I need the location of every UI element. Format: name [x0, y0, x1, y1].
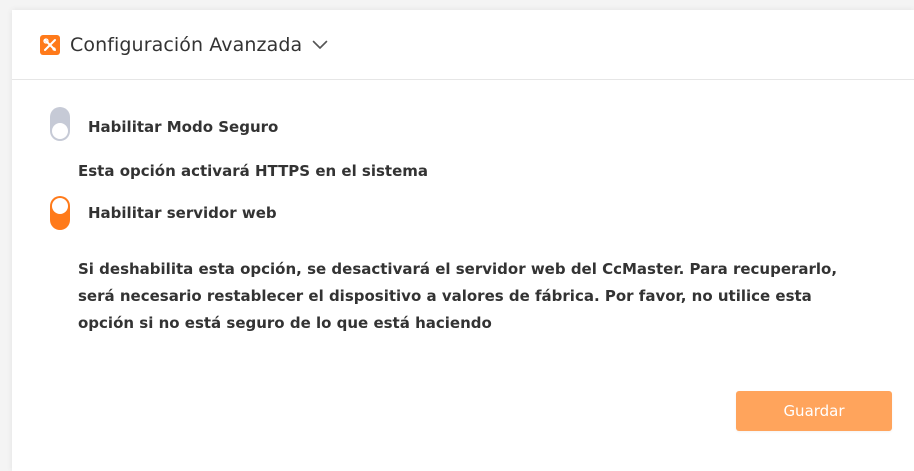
- save-button[interactable]: Guardar: [736, 391, 892, 431]
- chevron-down-icon[interactable]: [312, 40, 328, 50]
- toggle-knob: [52, 123, 68, 139]
- web-server-description: Si deshabilita esta opción, se desactiva…: [78, 260, 838, 332]
- secure-mode-label: Habilitar Modo Seguro: [88, 118, 279, 136]
- tools-icon: [40, 34, 60, 55]
- web-server-label: Habilitar servidor web: [88, 204, 277, 222]
- advanced-settings-card: Configuración Avanzada Habilitar Modo Se…: [12, 10, 914, 471]
- toggle-knob: [52, 198, 68, 214]
- page-title: Configuración Avanzada: [70, 33, 303, 56]
- card-header[interactable]: Configuración Avanzada: [12, 10, 914, 80]
- secure-mode-toggle[interactable]: [50, 107, 70, 141]
- secure-mode-description: Esta opción activará HTTPS en el sistema: [78, 162, 429, 180]
- web-server-toggle[interactable]: [50, 196, 70, 230]
